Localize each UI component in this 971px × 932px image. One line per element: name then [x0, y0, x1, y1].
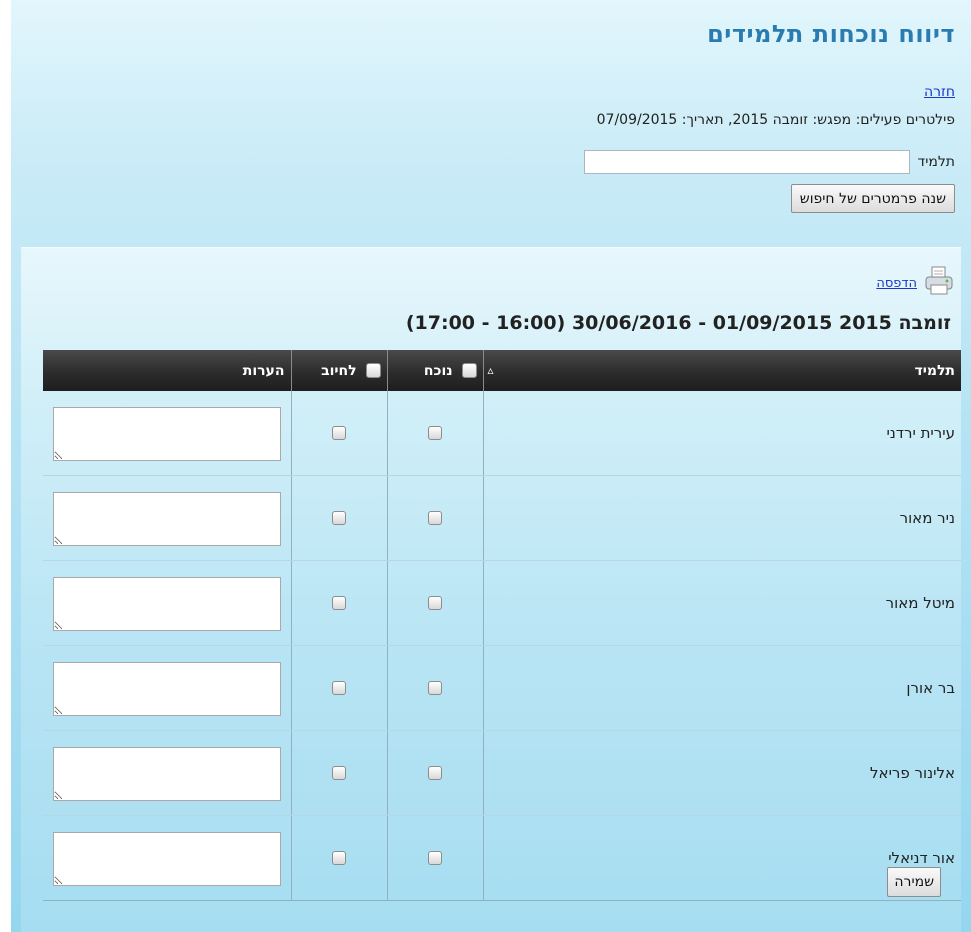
print-row: הדפסה — [21, 248, 955, 296]
select-all-present-checkbox[interactable] — [461, 363, 477, 378]
charge-checkbox[interactable] — [332, 596, 346, 610]
printer-icon[interactable] — [923, 265, 955, 297]
notes-cell — [43, 391, 291, 476]
notes-textarea[interactable] — [52, 832, 281, 886]
page-title: דיווח נוכחות תלמידים — [707, 20, 955, 48]
present-cell — [386, 475, 483, 561]
results-panel: הדפסה זומבה 2015 01/09/2015 - 30/06/2016… — [21, 247, 961, 932]
table-row: עירית ירדני — [43, 391, 961, 476]
table-row: ניר מאור — [43, 475, 961, 561]
select-all-charge-checkbox[interactable] — [365, 363, 381, 378]
charge-checkbox[interactable] — [332, 766, 346, 780]
table-header-row: תלמיד ▵ נוכח לחיוב הערות — [43, 350, 961, 391]
table-row: אלינור פריאל — [43, 730, 961, 816]
present-cell — [386, 730, 483, 816]
charge-cell — [290, 391, 387, 476]
notes-cell — [43, 645, 291, 731]
student-name: בר אורן — [482, 645, 961, 731]
present-cell — [386, 815, 483, 901]
change-search-params-button[interactable]: שנה פרמטרים של חיפוש — [790, 184, 955, 213]
notes-textarea[interactable] — [52, 662, 281, 716]
student-label: תלמיד — [917, 154, 955, 170]
notes-cell — [43, 815, 291, 901]
present-checkbox[interactable] — [428, 851, 442, 865]
charge-checkbox[interactable] — [332, 511, 346, 525]
student-name: ניר מאור — [482, 475, 961, 561]
page-header: דיווח נוכחות תלמידים חזרה פילטרים פעילים… — [11, 0, 971, 247]
charge-cell — [290, 730, 387, 816]
student-filter-row: תלמיד — [27, 150, 955, 174]
attendance-table: תלמיד ▵ נוכח לחיוב הערות עירית ירדני ניר… — [43, 350, 961, 901]
active-filters-text: פילטרים פעילים: מפגש: זומבה 2015, תאריך:… — [596, 112, 955, 128]
table-row: בר אורן — [43, 645, 961, 731]
column-label-student: תלמיד — [914, 362, 955, 379]
charge-cell — [290, 645, 387, 731]
present-checkbox[interactable] — [428, 681, 442, 695]
notes-cell — [43, 730, 291, 816]
present-checkbox[interactable] — [428, 511, 442, 525]
session-title: זומבה 2015 01/09/2015 - 30/06/2016 (16:0… — [405, 312, 951, 334]
attendance-page: דיווח נוכחות תלמידים חזרה פילטרים פעילים… — [11, 0, 971, 932]
student-name: מיטל מאור — [482, 560, 961, 646]
charge-checkbox[interactable] — [332, 851, 346, 865]
notes-textarea[interactable] — [52, 407, 281, 461]
column-header-charge: לחיוב — [290, 350, 387, 391]
charge-cell — [290, 560, 387, 646]
table-row: מיטל מאור — [43, 560, 961, 646]
charge-checkbox[interactable] — [332, 426, 346, 440]
save-button[interactable]: שמירה — [887, 867, 941, 897]
present-checkbox[interactable] — [428, 426, 442, 440]
column-label-notes: הערות — [242, 362, 285, 379]
column-header-present: נוכח — [386, 350, 483, 391]
student-name: אלינור פריאל — [482, 730, 961, 816]
notes-textarea[interactable] — [52, 577, 281, 631]
sort-indicator-icon: ▵ — [487, 362, 494, 377]
column-header-notes: הערות — [43, 350, 291, 391]
notes-cell — [43, 475, 291, 561]
charge-cell — [290, 475, 387, 561]
present-cell — [386, 391, 483, 476]
charge-cell — [290, 815, 387, 901]
notes-cell — [43, 560, 291, 646]
notes-textarea[interactable] — [52, 492, 281, 546]
column-header-student[interactable]: תלמיד ▵ — [482, 350, 961, 391]
column-label-charge: לחיוב — [321, 362, 357, 379]
back-link[interactable]: חזרה — [924, 84, 955, 100]
student-input[interactable] — [583, 150, 910, 174]
notes-textarea[interactable] — [52, 747, 281, 801]
student-name: עירית ירדני — [482, 391, 961, 476]
column-label-present: נוכח — [423, 362, 453, 379]
present-cell — [386, 645, 483, 731]
present-checkbox[interactable] — [428, 766, 442, 780]
present-checkbox[interactable] — [428, 596, 442, 610]
print-link[interactable]: הדפסה — [876, 276, 917, 291]
charge-checkbox[interactable] — [332, 681, 346, 695]
present-cell — [386, 560, 483, 646]
table-row: אור דניאלי — [43, 815, 961, 901]
